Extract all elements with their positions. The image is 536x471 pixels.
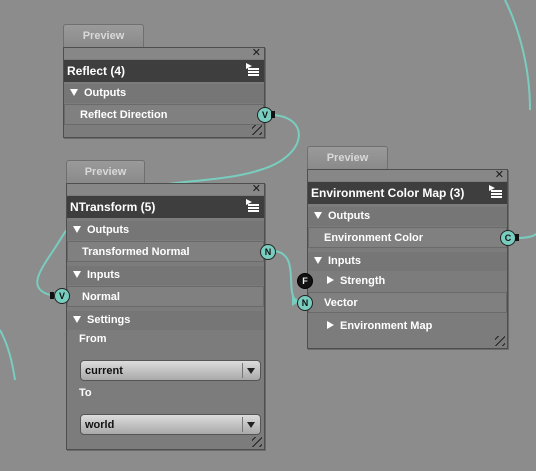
chevron-down-icon <box>242 417 260 432</box>
node-title-bar[interactable]: NTransform (5) <box>67 196 264 218</box>
reflect-node-body: ✕ Reflect (4) Outputs Reflect Direction <box>63 47 265 138</box>
socket-normal-in[interactable]: V <box>54 288 70 304</box>
wire-top-right[interactable] <box>504 0 531 111</box>
node-title: Environment Color Map (3) <box>311 186 465 200</box>
resize-grip-icon[interactable] <box>252 437 262 447</box>
expand-triangle-icon <box>327 321 334 330</box>
socket-environment-color-out[interactable]: C <box>500 230 516 246</box>
collapse-triangle-icon <box>314 256 322 264</box>
node-title: Reflect (4) <box>67 64 126 78</box>
output-row-reflect-direction: Reflect Direction <box>64 104 264 125</box>
preview-tab[interactable]: Preview <box>63 24 144 47</box>
from-select[interactable]: current <box>80 360 261 381</box>
socket-strength-in[interactable]: F <box>297 273 313 289</box>
outputs-section-header[interactable]: Outputs <box>67 221 264 240</box>
collapse-triangle-icon <box>73 225 81 233</box>
node-title-bar[interactable]: Reflect (4) <box>64 60 264 82</box>
close-icon[interactable]: ✕ <box>252 182 261 195</box>
settings-section-header[interactable]: Settings <box>67 311 264 330</box>
collapse-triangle-icon <box>73 270 81 278</box>
outputs-section-header[interactable]: Outputs <box>308 207 507 226</box>
output-row-transformed-normal: Transformed Normal <box>67 241 264 262</box>
wire-env-color-out[interactable] <box>515 230 536 239</box>
input-row-environment-map[interactable]: Environment Map <box>308 316 507 337</box>
node-title: NTransform (5) <box>70 200 156 214</box>
socket-vector-in[interactable]: N <box>297 295 313 311</box>
collapse-triangle-icon <box>314 211 322 219</box>
menu-icon[interactable] <box>246 63 260 77</box>
from-label: From <box>79 333 107 345</box>
preview-tab[interactable]: Preview <box>307 146 388 169</box>
ntransform-node-body: ✕ NTransform (5) Outputs Transformed Nor… <box>66 183 265 450</box>
preview-tab[interactable]: Preview <box>66 160 145 183</box>
menu-icon[interactable] <box>489 185 503 199</box>
inputs-section-header[interactable]: Inputs <box>67 266 264 285</box>
socket-transformed-normal-out[interactable]: N <box>260 244 276 260</box>
output-row-environment-color: Environment Color <box>308 227 507 248</box>
input-row-strength[interactable]: Strength <box>308 271 507 292</box>
menu-icon[interactable] <box>246 199 260 213</box>
expand-triangle-icon <box>327 276 334 285</box>
environment-color-map-node-body: ✕ Environment Color Map (3) Outputs Envi… <box>307 169 508 349</box>
close-icon[interactable]: ✕ <box>252 46 261 59</box>
resize-grip-icon[interactable] <box>252 125 262 135</box>
collapse-triangle-icon <box>73 315 81 323</box>
to-label: To <box>79 387 92 399</box>
node-title-bar[interactable]: Environment Color Map (3) <box>308 182 507 204</box>
chevron-down-icon <box>242 363 260 378</box>
inputs-section-header[interactable]: Inputs <box>308 252 507 271</box>
to-select[interactable]: world <box>80 414 261 435</box>
wire-bottom-left[interactable] <box>0 329 16 381</box>
input-row-normal: Normal <box>67 286 264 307</box>
close-icon[interactable]: ✕ <box>495 168 504 181</box>
input-row-vector: Vector <box>308 292 507 313</box>
outputs-section-header[interactable]: Outputs <box>64 84 264 103</box>
resize-grip-icon[interactable] <box>495 336 505 346</box>
collapse-triangle-icon <box>70 88 78 96</box>
wire-normal-to-vector[interactable] <box>274 250 297 302</box>
